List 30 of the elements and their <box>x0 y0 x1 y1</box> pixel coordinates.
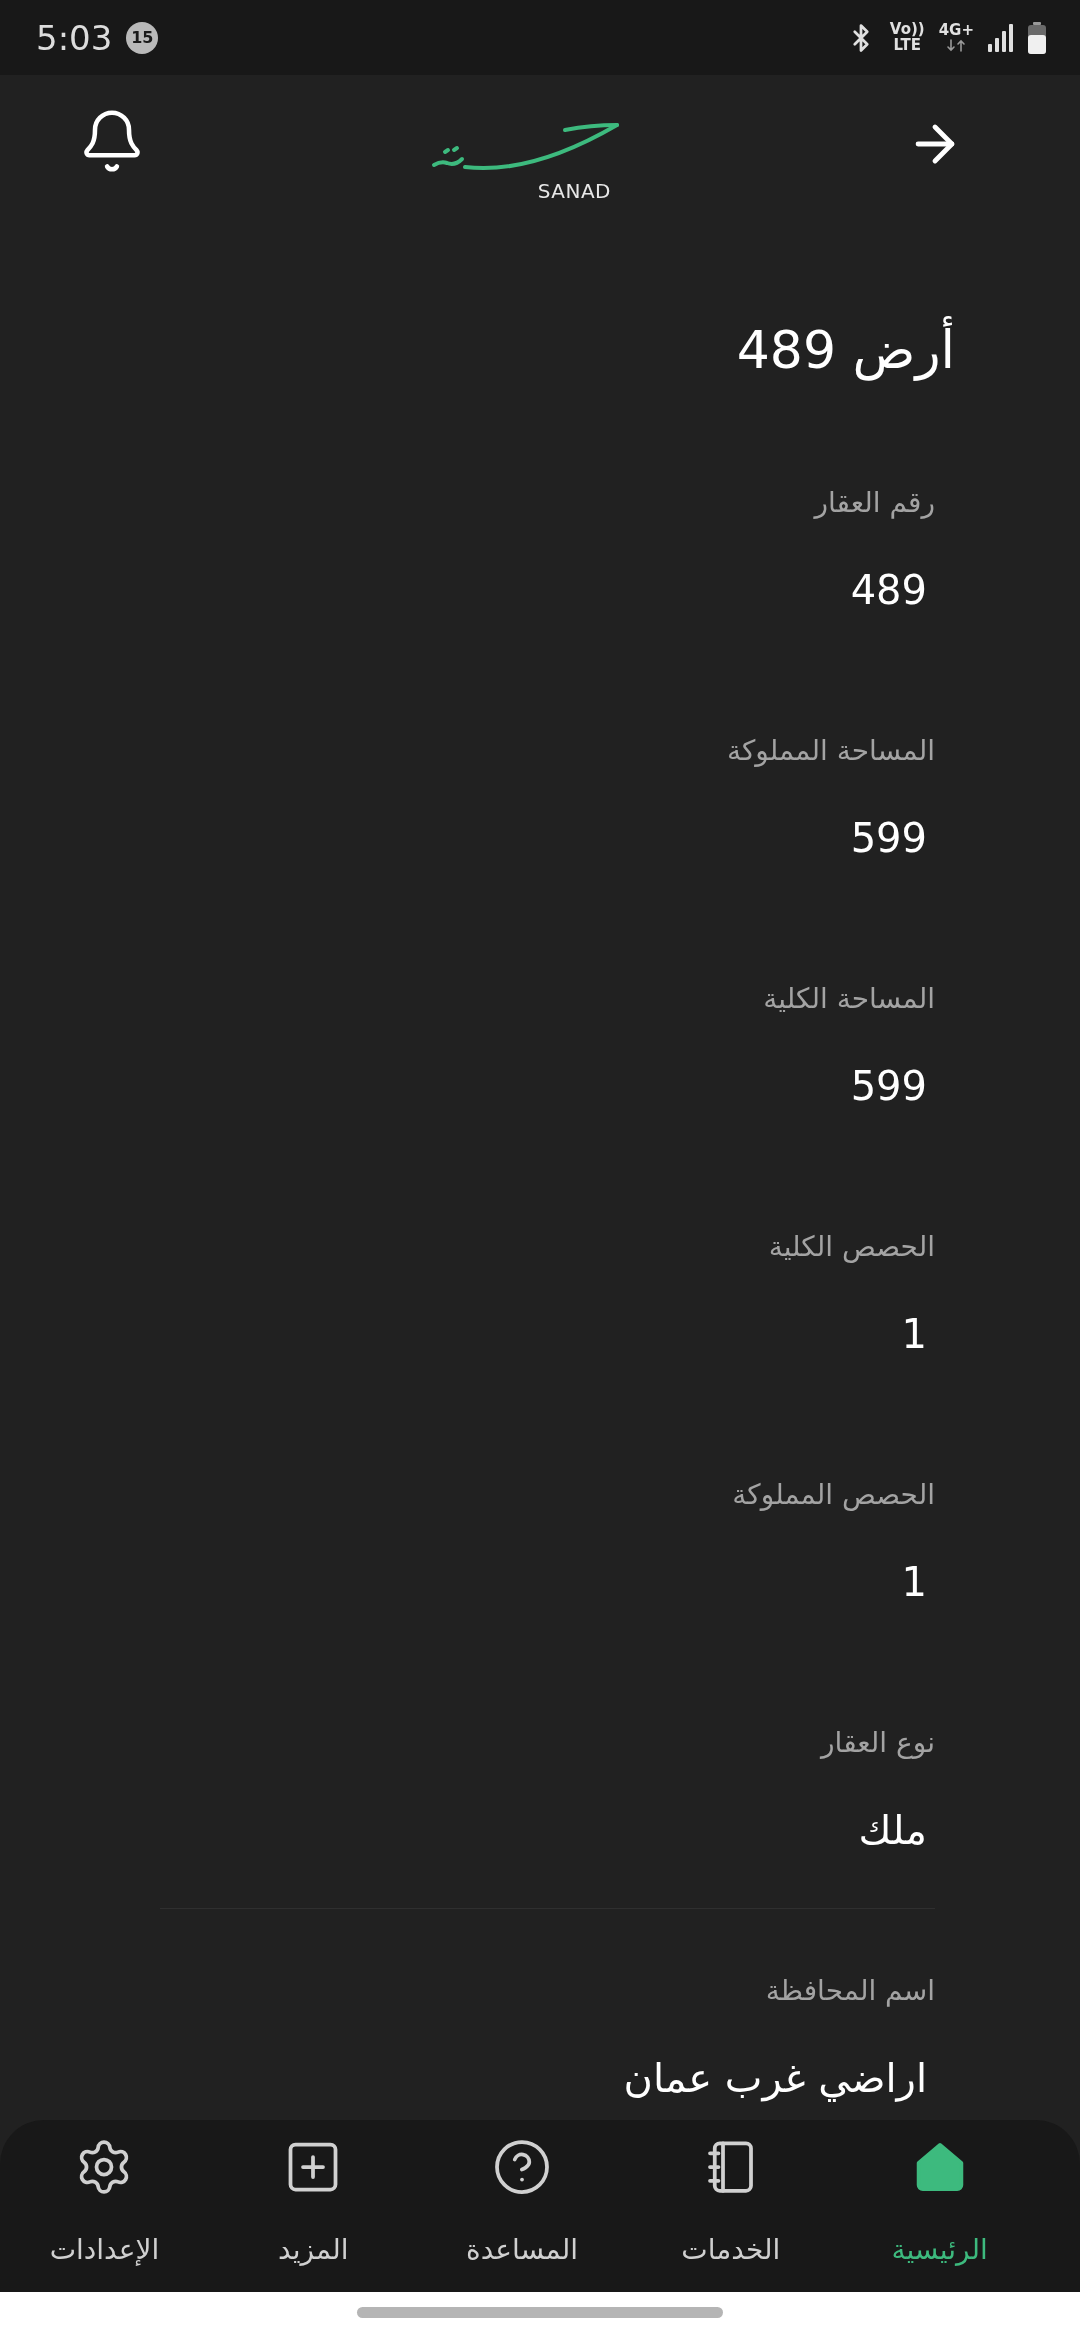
nav-tab[interactable]: الخدمات <box>626 2120 836 2292</box>
field-label: الحصص الكلية <box>768 1229 935 1265</box>
field-value: 1 <box>901 1310 927 1359</box>
nav-tab[interactable]: المساعدة <box>417 2120 627 2292</box>
signal-icon <box>988 23 1014 52</box>
data-arrows-icon <box>946 39 967 52</box>
nav-tab[interactable]: الرئيسية <box>835 2120 1044 2292</box>
notification-badge: 15 <box>126 21 159 54</box>
field-label: نوع العقار <box>821 1725 935 1761</box>
help-icon <box>492 2137 552 2197</box>
field-value: اراضي غرب عمان <box>623 2054 927 2104</box>
status-time: 5:03 <box>36 20 113 55</box>
swoosh-logo-icon <box>431 120 621 173</box>
logo-text: SANAD <box>537 180 611 201</box>
field-value: 489 <box>850 566 927 615</box>
field-label: اسم المحافظة <box>765 1973 935 2009</box>
page-title: أرض 489 <box>736 315 955 385</box>
field-label: الحصص المملوكة <box>732 1477 935 1513</box>
field-value: 599 <box>850 1062 927 1111</box>
network-label: 4G+ <box>938 23 974 38</box>
field-value: ملك <box>858 1806 927 1855</box>
field-value: 599 <box>850 814 927 863</box>
nav-tab[interactable]: المزيد <box>208 2120 418 2292</box>
volte-label: Vo)) LTE <box>889 21 925 54</box>
battery-icon <box>1028 21 1046 54</box>
field-value: 1 <box>901 1558 927 1607</box>
nav-tab[interactable]: الإعدادات <box>0 2120 209 2292</box>
field-label: المساحة الكلية <box>763 981 935 1017</box>
field-label: المساحة المملوكة <box>727 733 935 769</box>
field-label: رقم العقار <box>814 485 935 521</box>
